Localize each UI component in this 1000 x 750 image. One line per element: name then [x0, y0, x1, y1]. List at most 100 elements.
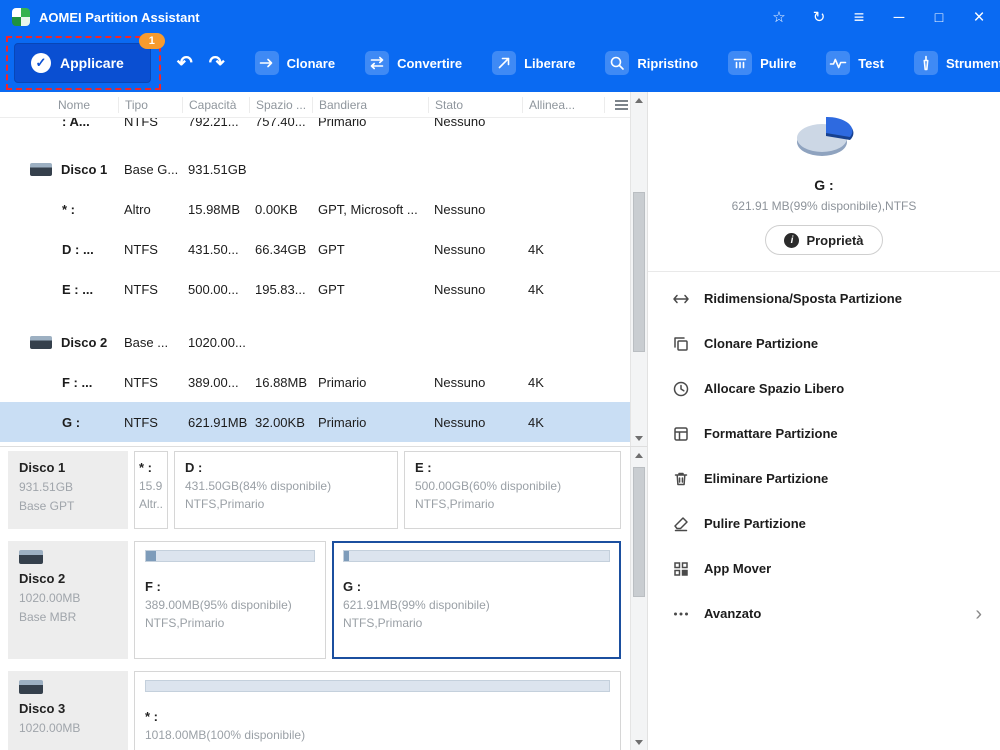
action-format-partition[interactable]: Formattare Partizione	[672, 411, 1000, 456]
partition-name: D :	[185, 460, 203, 475]
table-scrollbar[interactable]	[630, 92, 647, 446]
info-icon: i	[784, 232, 800, 248]
column-header-nome[interactable]: Nome	[0, 97, 118, 113]
disk-card-disco1[interactable]: Disco 1 931.51GB Base GPT	[8, 451, 128, 529]
diskmap-scrollbar[interactable]	[630, 447, 647, 750]
action-delete-partition[interactable]: Eliminare Partizione	[672, 456, 1000, 501]
action-label: Clonare Partizione	[704, 336, 819, 351]
scroll-down-icon[interactable]	[631, 430, 647, 446]
redo-icon[interactable]: ↷	[209, 54, 225, 73]
action-allocate-free-space[interactable]: Allocare Spazio Libero	[672, 366, 1000, 411]
disk-name: Disco 1	[0, 162, 118, 177]
partition-box-selected[interactable]: G : 621.91MB(99% disponibile) NTFS,Prima…	[332, 541, 621, 659]
column-header-bandiera[interactable]: Bandiera	[312, 96, 428, 113]
toolbar-item-label: Ripristino	[637, 55, 699, 71]
disk-size: 1020.00MB	[19, 721, 81, 735]
partition-info: 389.00MB(95% disponibile)	[145, 598, 292, 612]
scroll-up-icon[interactable]	[631, 92, 647, 108]
disk-map-row: Disco 2 1020.00MB Base MBR F : 389.00MB(…	[0, 541, 647, 659]
cell-capacita: 792.21...	[188, 118, 239, 129]
disk-card-disco3[interactable]: Disco 3 1020.00MB	[8, 671, 128, 750]
favorite-icon[interactable]: ☆	[770, 10, 788, 25]
properties-label: Proprietà	[806, 232, 864, 248]
action-clone-partition[interactable]: Clonare Partizione	[672, 321, 1000, 366]
cell-stato: Nessuno	[434, 414, 486, 430]
partition-name: * :	[139, 460, 152, 475]
format-icon	[672, 425, 690, 443]
disk-type: Base MBR	[19, 610, 77, 624]
scroll-down-icon[interactable]	[631, 734, 647, 750]
apply-button[interactable]: ✓ Applicare	[14, 43, 151, 83]
scrollbar-thumb[interactable]	[633, 192, 645, 352]
app-grid-icon	[672, 560, 690, 578]
table-row-partition[interactable]: D : ... NTFS 431.50... 66.34GB GPT Nessu…	[0, 229, 631, 269]
toolbar-item-label: Clonare	[286, 55, 336, 71]
table-row-partition-selected[interactable]: G : NTFS 621.91MB 32.00KB Primario Nessu…	[0, 402, 631, 442]
cell-spazio: 32.00KB	[255, 414, 305, 430]
action-label: App Mover	[704, 561, 772, 576]
action-app-mover[interactable]: App Mover	[672, 546, 1000, 591]
column-header-capacita[interactable]: Capacità	[182, 96, 249, 113]
scroll-up-icon[interactable]	[631, 447, 647, 463]
pie-chart-icon	[789, 106, 859, 167]
table-header: Nome Tipo Capacità Spazio ... Bandiera S…	[0, 92, 631, 118]
close-icon[interactable]: ×	[970, 8, 988, 27]
toolbar-item-label: Pulire	[760, 55, 797, 71]
partition-table: Nome Tipo Capacità Spazio ... Bandiera S…	[0, 92, 647, 446]
toolbar-item-clone[interactable]: Clonare	[254, 51, 336, 75]
table-row-disk[interactable]: Disco 1 Base G... 931.51GB	[0, 149, 631, 189]
column-header-allinea[interactable]: Allinea...	[522, 96, 604, 113]
partition-name: * :	[145, 709, 158, 724]
cell-stato: Nessuno	[434, 241, 486, 257]
cell-stato: Nessuno	[434, 281, 486, 297]
partition-box[interactable]: D : 431.50GB(84% disponibile) NTFS,Prima…	[174, 451, 398, 529]
toolbar-item-test[interactable]: Test	[826, 51, 884, 75]
scrollbar-thumb[interactable]	[633, 467, 645, 597]
table-row-disk[interactable]: Disco 2 Base ... 1020.00...	[0, 322, 631, 362]
action-wipe-partition[interactable]: Pulire Partizione	[672, 501, 1000, 546]
undo-icon[interactable]: ↶	[177, 54, 193, 73]
partition-fs: NTFS,Primario	[415, 497, 495, 511]
disk-map-row: Disco 1 931.51GB Base GPT * : 15.9... Al…	[0, 451, 647, 529]
partition-box[interactable]: E : 500.00GB(60% disponibile) NTFS,Prima…	[404, 451, 621, 529]
refresh-icon[interactable]: ↻	[810, 10, 828, 25]
disk-card-disco2[interactable]: Disco 2 1020.00MB Base MBR	[8, 541, 128, 659]
cell-allinea: 4K	[528, 414, 544, 430]
table-row-partition[interactable]: * : Altro 15.98MB 0.00KB GPT, Microsoft …	[0, 189, 631, 229]
column-header-spazio[interactable]: Spazio ...	[249, 96, 312, 113]
partition-box[interactable]: F : 389.00MB(95% disponibile) NTFS,Prima…	[134, 541, 326, 659]
column-header-tipo[interactable]: Tipo	[118, 96, 182, 113]
disk-name: Disco 1	[19, 460, 66, 475]
partition-name: G :	[62, 414, 81, 430]
table-row-partition[interactable]: E : ... NTFS 500.00... 195.83... GPT Nes…	[0, 269, 631, 309]
table-row-partition[interactable]: : A... NTFS 792.21... 757.40... Primario…	[0, 118, 631, 136]
partition-info: 15.9...	[139, 479, 163, 493]
cell-spazio: 66.34GB	[255, 241, 307, 257]
cell-spazio: 757.40...	[255, 118, 306, 129]
toolbar-item-convert[interactable]: Convertire	[365, 51, 462, 75]
partition-box[interactable]: * : 15.9... Altr...	[134, 451, 168, 529]
properties-button[interactable]: i Proprietà	[765, 225, 883, 255]
column-header-stato[interactable]: Stato	[428, 96, 522, 113]
maximize-icon[interactable]: □	[930, 10, 948, 24]
column-options-icon[interactable]	[614, 99, 628, 102]
minimize-icon[interactable]: ─	[890, 10, 908, 25]
table-row-partition[interactable]: F : ... NTFS 389.00... 16.88MB Primario …	[0, 362, 631, 402]
divider	[648, 271, 1000, 272]
toolbar-item-wipe[interactable]: Pulire	[728, 51, 796, 75]
cell-capacita: 389.00...	[188, 374, 239, 390]
cell-allinea: 4K	[528, 374, 544, 390]
partition-name: * :	[62, 201, 75, 217]
action-resize-move-partition[interactable]: Ridimensiona/Sposta Partizione	[672, 276, 1000, 321]
action-advanced[interactable]: Avanzato ›	[672, 591, 1000, 636]
cell-tipo: NTFS	[124, 414, 158, 430]
toolbar-item-free-up[interactable]: Liberare	[492, 51, 575, 75]
partition-box[interactable]: * : 1018.00MB(100% disponibile)	[134, 671, 621, 750]
toolbar-item-tools[interactable]: Strumenti	[913, 51, 1000, 75]
cell-bandiera: Primario	[318, 374, 367, 390]
menu-icon[interactable]: ≡	[850, 8, 868, 26]
partition-fs: NTFS,Primario	[185, 497, 265, 511]
toolbar-item-recovery[interactable]: Ripristino	[605, 51, 698, 75]
toolbar: ✓ Applicare 1 ↶ ↷ Clonare Convertire Lib…	[0, 33, 1000, 92]
toolbar-item-label: Test	[858, 55, 884, 71]
